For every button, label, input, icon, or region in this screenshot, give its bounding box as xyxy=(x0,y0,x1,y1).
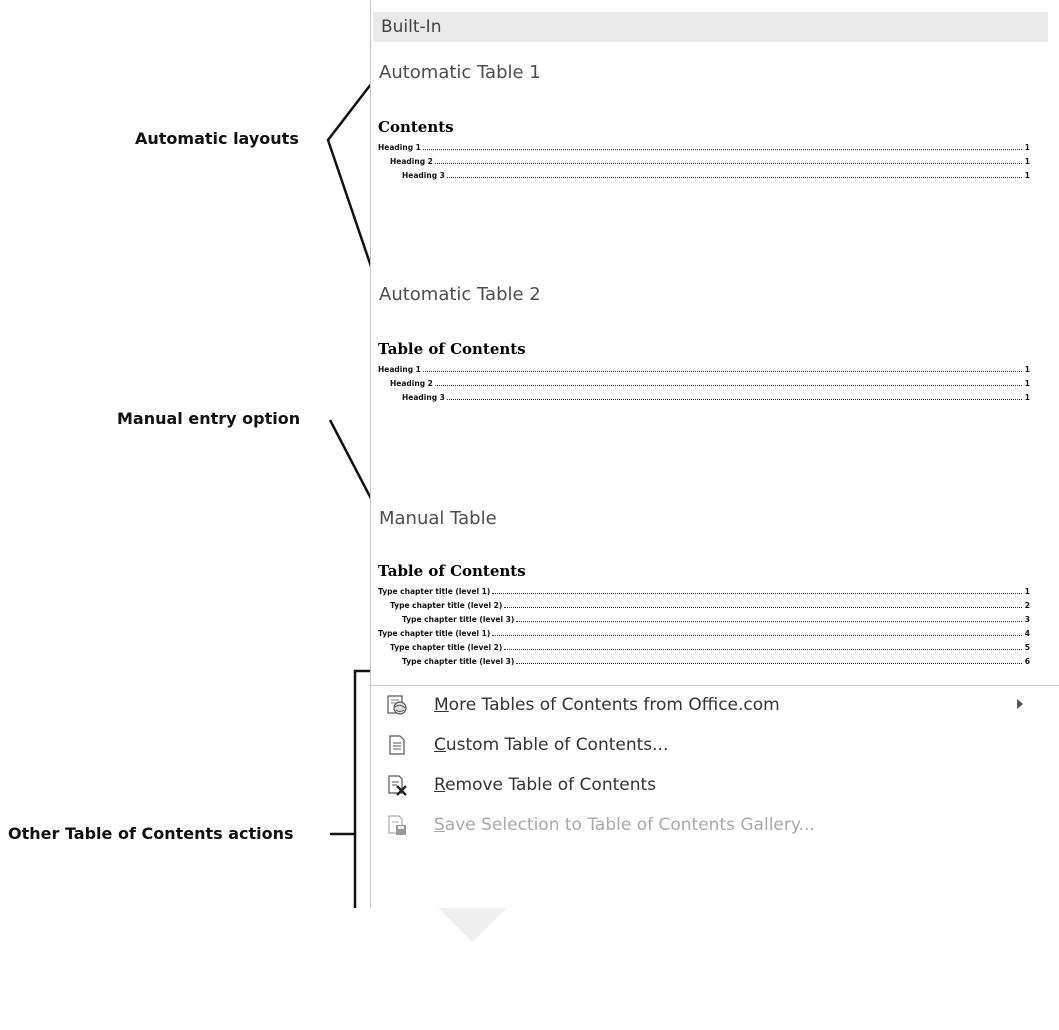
preview-row: Heading 21 xyxy=(390,157,1030,166)
preview-row: Type chapter title (level 2) 5 xyxy=(390,643,1030,652)
preview-row: Type chapter title (level 1) 1 xyxy=(378,587,1030,596)
menu-item-label: More Tables of Contents from Office.com xyxy=(434,695,780,715)
built-in-section-header: Built-In xyxy=(373,12,1048,42)
globe-doc-icon xyxy=(387,695,407,715)
callout-automatic-layouts: Automatic layouts xyxy=(135,129,299,148)
menu-item-label: Save Selection to Table of Contents Gall… xyxy=(434,815,815,835)
preview-title: Table of Contents xyxy=(378,340,526,358)
callout-other-actions: Other Table of Contents actions xyxy=(8,824,294,843)
preview-row: Type chapter title (level 3) 6 xyxy=(402,657,1030,666)
gallery-item-automatic-table-1[interactable]: Contents Heading 11 Heading 21 Heading 3… xyxy=(378,118,1030,181)
menu-item-label: Custom Table of Contents... xyxy=(434,735,669,755)
callout-manual-entry: Manual entry option xyxy=(117,409,301,428)
toc-actions-menu: More Tables of Contents from Office.com … xyxy=(371,685,1059,835)
remove-doc-icon xyxy=(388,775,407,796)
preview-row: Heading 11 xyxy=(378,365,1030,374)
preview-row: Type chapter title (level 3) 3 xyxy=(402,615,1030,624)
preview-row: Type chapter title (level 1) 4 xyxy=(378,629,1030,638)
gallery-item-title-manual: Manual Table xyxy=(379,508,497,529)
document-icon xyxy=(389,735,405,755)
preview-row: Heading 31 xyxy=(402,393,1030,402)
preview-row: Type chapter title (level 2) 2 xyxy=(390,601,1030,610)
gallery-item-automatic-table-2[interactable]: Table of Contents Heading 11 Heading 21 … xyxy=(378,340,1030,403)
menu-item-label: Remove Table of Contents xyxy=(434,775,657,795)
gallery-item-manual-table[interactable]: Table of Contents Type chapter title (le… xyxy=(378,562,1030,667)
gallery-item-title-automatic-1: Automatic Table 1 xyxy=(379,62,541,83)
menu-item-more-tables[interactable]: More Tables of Contents from Office.com xyxy=(371,686,1059,726)
menu-item-remove-toc[interactable]: Remove Table of Contents xyxy=(371,766,1059,806)
preview-title: Contents xyxy=(378,118,454,136)
preview-row: Heading 21 xyxy=(390,379,1030,388)
preview-row: Heading 11 xyxy=(378,143,1030,152)
submenu-arrow-icon xyxy=(1017,699,1023,709)
save-doc-icon xyxy=(388,815,406,835)
preview-row: Heading 31 xyxy=(402,171,1030,180)
toc-gallery-panel: Built-In Automatic Table 1 Contents Head… xyxy=(370,0,1059,908)
gallery-item-title-automatic-2: Automatic Table 2 xyxy=(379,284,541,305)
menu-item-custom-toc[interactable]: Custom Table of Contents... xyxy=(371,726,1059,766)
menu-item-save-selection[interactable]: Save Selection to Table of Contents Gall… xyxy=(371,806,1059,846)
preview-title: Table of Contents xyxy=(378,562,526,580)
